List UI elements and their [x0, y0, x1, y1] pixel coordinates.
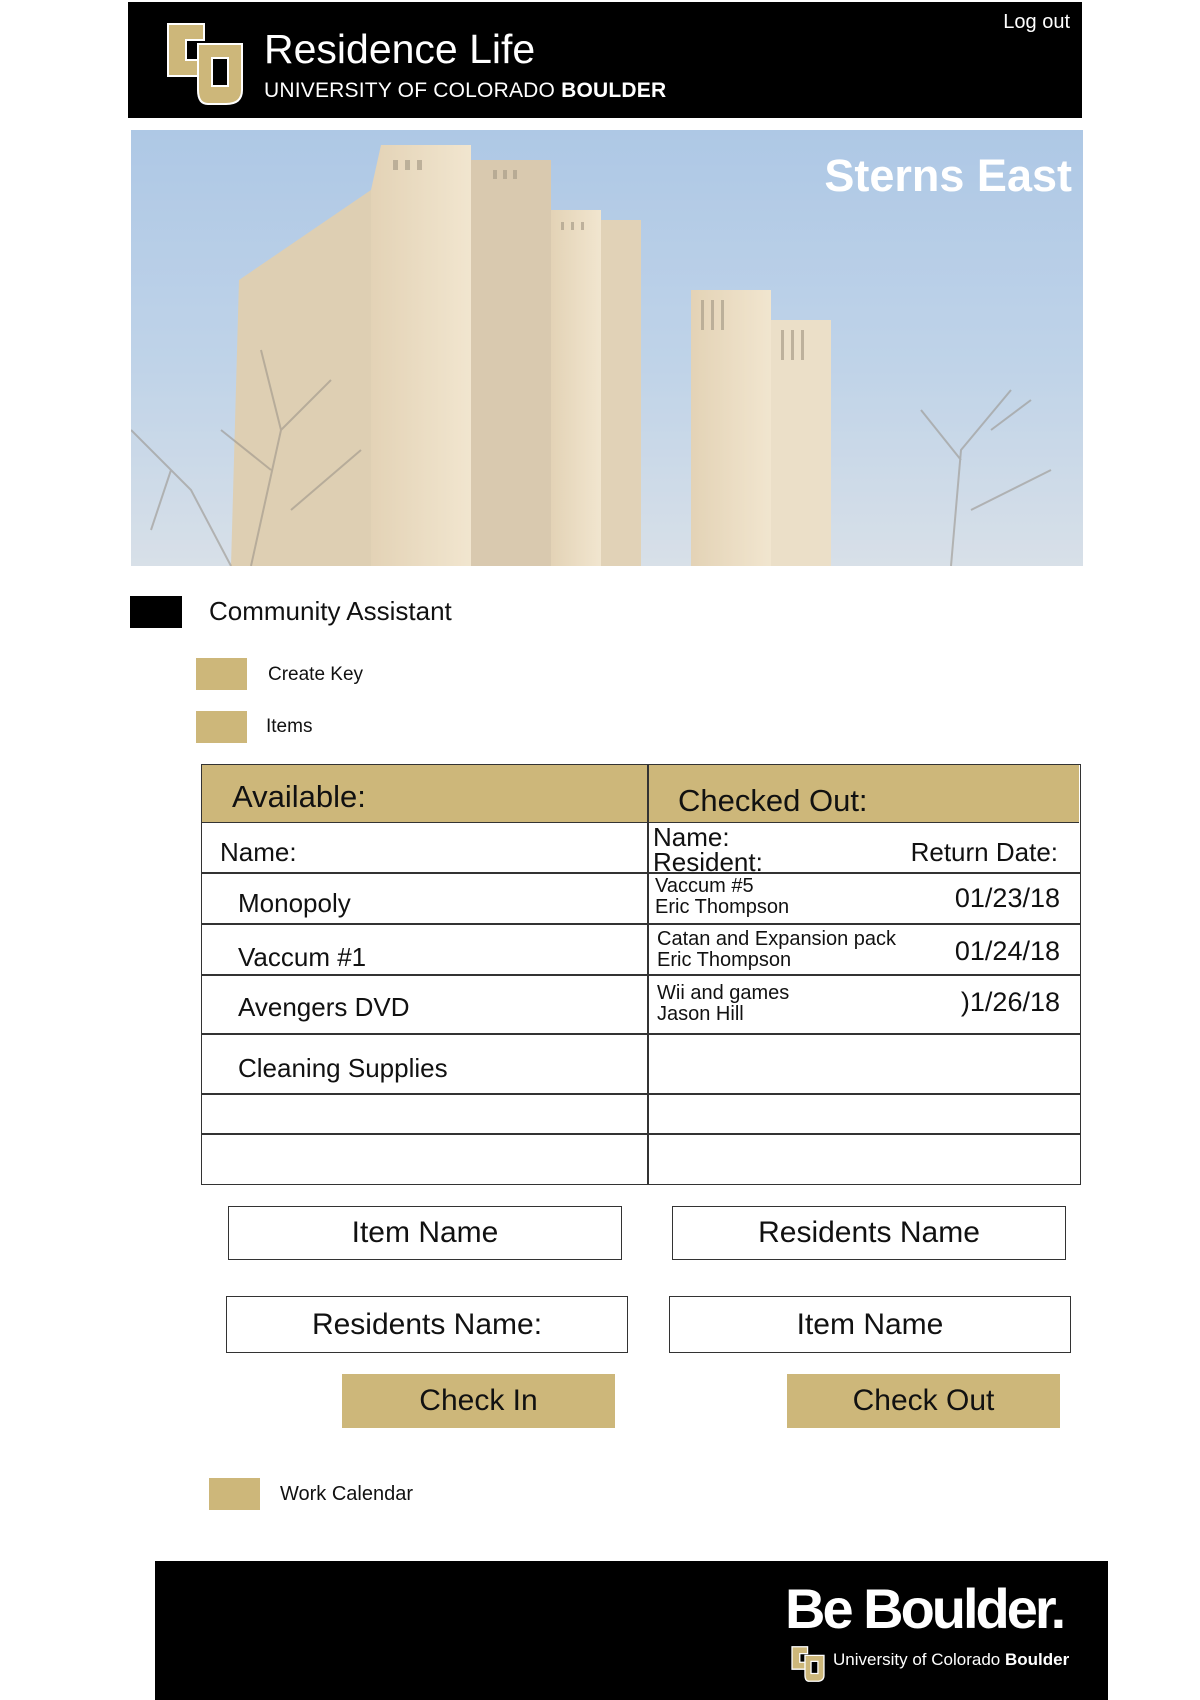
row-divider: [202, 1093, 1080, 1095]
checked-out-header: Checked Out:: [678, 783, 868, 818]
role-marker: [130, 596, 182, 628]
footer-university: University of Colorado Boulder: [833, 1650, 1070, 1669]
co-name-column: Name:: [653, 822, 730, 852]
checked-out-item[interactable]: Wii and games: [657, 983, 789, 1004]
checked-out-date: 01/23/18: [954, 883, 1060, 913]
create-key-link[interactable]: Create Key: [268, 664, 363, 686]
available-item[interactable]: Vaccum #1: [238, 942, 366, 973]
checkout-resident-field[interactable]: [672, 1206, 1066, 1260]
checked-out-resident: Jason Hill: [657, 1003, 744, 1025]
items-button[interactable]: [196, 711, 247, 743]
check-out-button[interactable]: Check Out: [787, 1374, 1060, 1428]
work-calendar-link[interactable]: Work Calendar: [280, 1483, 413, 1506]
cu-logo: [167, 23, 243, 105]
checked-out-resident: Eric Thompson: [655, 896, 790, 918]
check-in-button[interactable]: Check In: [342, 1374, 615, 1428]
role-label: Community Assistant: [209, 596, 452, 626]
work-calendar-button[interactable]: [209, 1478, 260, 1510]
available-header: Available:: [232, 779, 366, 814]
row-divider: [202, 1133, 1080, 1135]
site-subtitle: UNIVERSITY OF COLORADO BOULDER: [264, 79, 667, 102]
row-divider: [202, 872, 1080, 874]
checked-out-item[interactable]: Catan and Expansion pack: [657, 929, 896, 950]
available-item[interactable]: Cleaning Supplies: [238, 1053, 448, 1084]
items-link[interactable]: Items: [266, 716, 312, 738]
site-title: Residence Life: [264, 26, 536, 72]
dorm-title: Sterns East: [824, 150, 1072, 201]
co-resident-column: Resident:: [653, 847, 763, 877]
logout-link[interactable]: Log out: [1003, 11, 1070, 34]
create-key-button[interactable]: [196, 658, 247, 690]
row-divider: [202, 974, 1080, 976]
row-divider: [202, 923, 1080, 925]
checked-out-date: )1/26/18: [960, 987, 1060, 1017]
footer-cu-logo: [791, 1646, 825, 1682]
items-table: Available: Checked Out: Name: Name: Resi…: [201, 764, 1081, 1185]
available-name-column: Name:: [220, 837, 297, 867]
checkin-item-field[interactable]: [228, 1206, 622, 1260]
checked-out-date: 01/24/18: [954, 936, 1060, 966]
available-item[interactable]: Monopoly: [238, 888, 351, 919]
available-item[interactable]: Avengers DVD: [238, 992, 410, 1023]
footer-tagline: Be Boulder.: [785, 1577, 1066, 1640]
checked-out-resident: Eric Thompson: [657, 949, 792, 971]
row-divider: [202, 1033, 1080, 1035]
co-date-column: Return Date:: [910, 837, 1058, 867]
checkout-item-field[interactable]: [669, 1296, 1071, 1353]
checked-out-item[interactable]: Vaccum #5: [655, 876, 754, 897]
checkin-resident-field[interactable]: [226, 1296, 628, 1353]
